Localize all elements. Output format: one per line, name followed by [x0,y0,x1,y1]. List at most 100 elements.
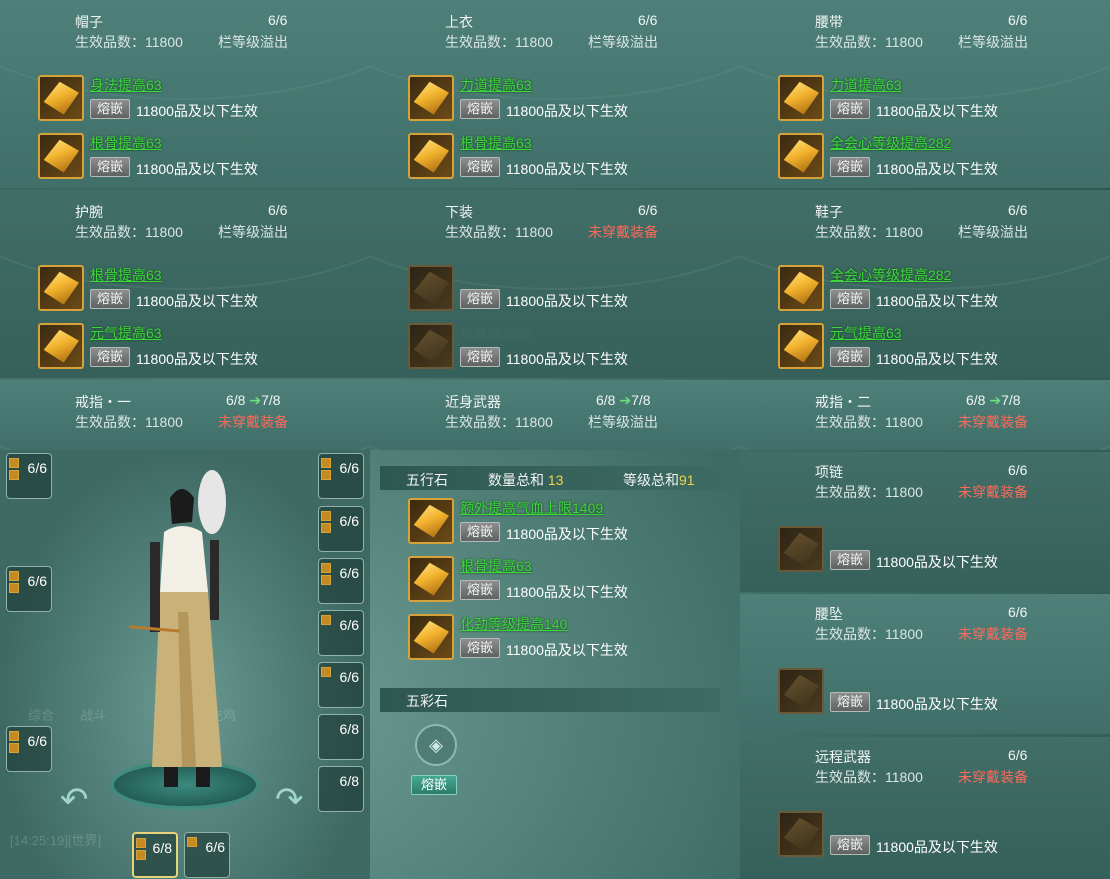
inlay-button[interactable]: 熔嵌 [830,835,870,855]
gem-icon[interactable] [778,75,824,121]
inlay-button[interactable]: 熔嵌 [460,522,500,542]
side-slot[interactable]: 6/6 [6,726,52,772]
upgrade-arrow-icon: ➔ [249,392,262,408]
panel-hat: 帽子 6/6 生效品数：11800 栏等级溢出 身法提高63 熔嵌 11800品… [0,0,370,188]
slot-status: 未穿戴装备 [958,769,1028,785]
side-slot[interactable]: 6/6 [6,566,52,612]
inlay-button[interactable]: 熔嵌 [830,99,870,119]
gem-icon[interactable] [408,323,454,369]
inlay-button[interactable]: 熔嵌 [830,692,870,712]
gem-icon[interactable] [38,75,84,121]
inlay-button[interactable]: 熔嵌 [830,289,870,309]
slot-name: 项链 [815,464,843,480]
inlay-button[interactable]: 熔嵌 [460,347,500,367]
slot-name: 腰坠 [815,606,843,622]
inlay-requirement: 11800品及以下生效 [876,839,998,855]
inlay-requirement: 11800品及以下生效 [136,351,258,367]
inlay-button[interactable]: 熔嵌 [90,157,130,177]
side-slot[interactable]: 6/6 [318,506,364,552]
side-slot[interactable]: 6/8 [318,766,364,812]
inlay-button[interactable]: 熔嵌 [460,638,500,658]
side-slot[interactable]: 6/6 [318,453,364,499]
gem-effect: 根骨提高63 [460,135,532,151]
side-slot[interactable]: 6/6 [318,558,364,604]
gem-icon[interactable] [408,133,454,179]
gem-icon[interactable] [408,498,454,544]
gem-row: 力道提高63 熔嵌 11800品及以下生效 [408,75,728,123]
slot-quality: 生效品数：11800 [75,34,183,50]
panel-top: 上衣 6/6 生效品数：11800 栏等级溢出 力道提高63 熔嵌 11800品… [370,0,740,188]
inlay-requirement: 11800品及以下生效 [876,351,998,367]
inlay-button[interactable]: 熔嵌 [90,347,130,367]
slot-quality: 生效品数：11800 [815,626,923,642]
gem-icon[interactable] [778,668,824,714]
slot-count: 6/6 [1008,604,1028,620]
gem-icon[interactable] [778,265,824,311]
gem-icon[interactable] [778,811,824,857]
panel-melee: 近身武器 6/8 ➔7/8 生效品数：11800 栏等级溢出 [370,380,740,450]
rotate-left-icon[interactable]: ↶ [60,780,89,820]
inlay-button[interactable]: 熔嵌 [830,157,870,177]
gem-icon[interactable] [408,75,454,121]
wucai-slot-icon[interactable]: ◈ [415,724,457,766]
slot-name: 下装 [445,204,473,220]
inlay-requirement: 11800品及以下生效 [876,293,998,309]
wucai-inlay-button[interactable]: 熔嵌 [411,775,457,795]
side-slot[interactable]: 6/6 [184,832,230,878]
gem-row: 熔嵌 11800品及以下生效 [778,668,1098,716]
gem-icon[interactable] [778,133,824,179]
gem-effect: 额外提高气血上限1409 [460,500,604,516]
gem-row: 力道提高63 熔嵌 11800品及以下生效 [778,75,1098,123]
slot-quality: 生效品数：11800 [815,34,923,50]
panel-ring1: 戒指・一 6/8 ➔7/8 生效品数：11800 未穿戴装备 [0,380,370,450]
panel-shoes: 鞋子 6/6 生效品数：11800 栏等级溢出 全会心等级提高282 熔嵌 11… [740,190,1110,378]
slot-status: 栏等级溢出 [958,34,1028,50]
panel-pendant: 腰坠 6/6 生效品数：11800 未穿戴装备 熔嵌 11800品及以下生效 [740,594,1110,734]
inlay-button[interactable]: 熔嵌 [90,289,130,309]
side-slot[interactable]: 6/8 [318,714,364,760]
gem-icon[interactable] [778,526,824,572]
inlay-button[interactable]: 熔嵌 [460,580,500,600]
slot-quality: 生效品数：11800 [815,484,923,500]
gem-icon[interactable] [38,265,84,311]
side-slot[interactable]: 6/6 [318,610,364,656]
panel-necklace: 项链 6/6 生效品数：11800 未穿戴装备 熔嵌 11800品及以下生效 [740,452,1110,592]
inlay-button[interactable]: 熔嵌 [460,289,500,309]
inlay-button[interactable]: 熔嵌 [460,157,500,177]
gem-effect: 全会心等级提高282 [830,267,952,283]
inlay-requirement: 11800品及以下生效 [136,161,258,177]
gem-row: 根骨提高63 熔嵌 11800品及以下生效 [38,133,358,181]
inlay-button[interactable]: 熔嵌 [460,99,500,119]
slot-count: 6/6 [1008,462,1028,478]
inlay-requirement: 11800品及以下生效 [506,103,628,119]
slot-count: 6/6 [1008,12,1028,28]
character-model [130,470,226,787]
side-slot[interactable]: 6/6 [6,453,52,499]
slot-name: 鞋子 [815,204,843,220]
inlay-button[interactable]: 熔嵌 [90,99,130,119]
inlay-button[interactable]: 熔嵌 [830,347,870,367]
gem-icon[interactable] [408,556,454,602]
slot-count: 6/6 [1008,747,1028,763]
panel-belt: 腰带 6/6 生效品数：11800 栏等级溢出 力道提高63 熔嵌 11800品… [740,0,1110,188]
side-slot-selected[interactable]: 6/8 [132,832,178,878]
panel-ranged: 远程武器 6/6 生效品数：11800 未穿戴装备 熔嵌 11800品及以下生效 [740,737,1110,879]
upgrade-arrow-icon: ➔ [619,392,632,408]
gem-icon[interactable] [38,323,84,369]
slot-name: 戒指・一 [75,394,131,410]
gem-row: 全会心等级提高282 熔嵌 11800品及以下生效 [778,265,1098,313]
slot-name: 帽子 [75,14,103,30]
gem-icon[interactable] [408,265,454,311]
slot-name: 远程武器 [815,749,871,765]
gem-icon[interactable] [778,323,824,369]
slot-name: 腰带 [815,14,843,30]
side-slot[interactable]: 6/6 [318,662,364,708]
gem-row: 根骨提高63 熔嵌 11800品及以下生效 [408,323,728,371]
rotate-right-icon[interactable]: ↷ [275,780,304,820]
gem-icon[interactable] [408,614,454,660]
inlay-button[interactable]: 熔嵌 [830,550,870,570]
gem-icon[interactable] [38,133,84,179]
gem-row: 元气提高63 熔嵌 11800品及以下生效 [38,323,358,371]
slot-name: 近身武器 [445,394,501,410]
slot-quality: 生效品数：11800 [815,224,923,240]
